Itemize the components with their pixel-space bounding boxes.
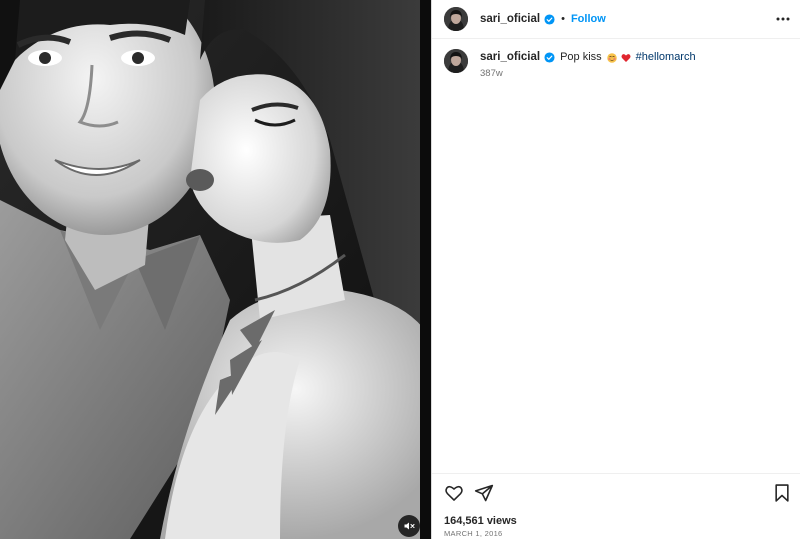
follow-button[interactable]: Follow bbox=[571, 13, 606, 25]
avatar-image bbox=[444, 49, 468, 73]
audio-toggle-button[interactable] bbox=[398, 515, 420, 537]
speaker-muted-icon bbox=[404, 522, 415, 530]
post-side-panel: sari_oficial • Follow sari_oficial Pop k… bbox=[431, 0, 800, 539]
hashtag-link[interactable]: #hellomarch bbox=[636, 49, 696, 65]
verified-badge-icon bbox=[544, 13, 555, 25]
separator-dot: • bbox=[561, 13, 565, 25]
post-header: sari_oficial • Follow bbox=[432, 3, 800, 35]
username[interactable]: sari_oficial bbox=[480, 13, 540, 25]
post-date[interactable]: MARCH 1, 2016 bbox=[444, 529, 503, 538]
caption-avatar[interactable] bbox=[444, 49, 468, 73]
verified-badge-icon bbox=[544, 51, 555, 63]
caption-text: Pop kiss bbox=[560, 51, 602, 63]
post-time-ago[interactable]: 387w bbox=[480, 68, 696, 79]
post-media[interactable] bbox=[0, 0, 431, 539]
bookmark-icon[interactable] bbox=[772, 483, 792, 503]
avatar-image bbox=[444, 7, 468, 31]
share-icon[interactable] bbox=[474, 483, 494, 503]
action-bar bbox=[444, 483, 792, 505]
avatar[interactable] bbox=[444, 7, 468, 31]
caption-body: sari_oficial Pop kiss #hellomarch 387w bbox=[480, 49, 696, 79]
caption-row: sari_oficial Pop kiss #hellomarch 387w bbox=[444, 49, 794, 79]
post-photo bbox=[0, 0, 431, 539]
views-count[interactable]: 164,561 views bbox=[444, 515, 517, 527]
blushing-face-emoji bbox=[606, 52, 617, 63]
caption-line: sari_oficial Pop kiss #hellomarch bbox=[480, 49, 696, 65]
caption-username[interactable]: sari_oficial bbox=[480, 49, 540, 65]
more-options-icon[interactable] bbox=[773, 9, 793, 29]
red-heart-emoji bbox=[621, 52, 631, 62]
heart-icon[interactable] bbox=[444, 483, 464, 503]
header-divider bbox=[432, 38, 800, 39]
actions-divider bbox=[432, 473, 800, 474]
